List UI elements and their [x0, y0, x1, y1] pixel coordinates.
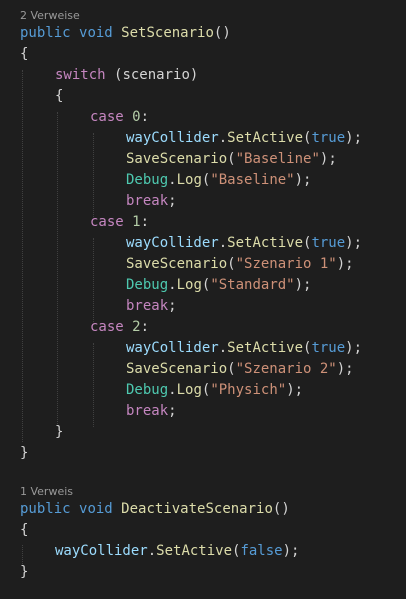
type-name: Debug	[126, 277, 169, 293]
string-literal: "Standard"	[210, 277, 295, 293]
method-name: DeactivateScenario	[121, 501, 273, 517]
keyword-switch: switch	[55, 67, 106, 83]
type-name: Debug	[126, 172, 169, 188]
indent-guide	[22, 70, 23, 442]
switch-statement[interactable]: switch (scenario)	[55, 65, 198, 86]
colon: :	[140, 319, 150, 335]
indent-guide	[57, 112, 58, 424]
method-call: SaveScenario	[126, 361, 228, 377]
case-label[interactable]: case 2:	[90, 317, 149, 338]
code-line-break[interactable]: break;	[126, 296, 177, 317]
case-label[interactable]: case 1:	[90, 212, 149, 233]
codelens-references[interactable]: 2 Verweise	[20, 9, 80, 23]
case-label[interactable]: case 0:	[90, 107, 149, 128]
keyword-public: public	[20, 25, 71, 41]
bool-literal: true	[311, 340, 346, 356]
code-line-setactive[interactable]: wayCollider.SetActive(true);	[126, 338, 362, 359]
method-call: SetActive	[156, 543, 233, 559]
code-line-setactive[interactable]: wayCollider.SetActive(true);	[126, 128, 362, 149]
keyword-break: break	[126, 403, 169, 419]
method-call: SetActive	[227, 235, 304, 251]
brace: {	[20, 46, 29, 62]
code-line-setactive[interactable]: wayCollider.SetActive(false);	[55, 541, 299, 562]
identifier: wayCollider	[55, 543, 148, 559]
parens: ()	[272, 501, 290, 517]
keyword-public: public	[20, 501, 71, 517]
identifier: wayCollider	[126, 235, 219, 251]
close-brace[interactable]: }	[20, 562, 28, 583]
brace: }	[20, 445, 29, 461]
open-brace[interactable]: {	[20, 520, 28, 541]
keyword-void: void	[79, 501, 113, 517]
code-line-break[interactable]: break;	[126, 191, 177, 212]
keyword-case: case	[90, 319, 124, 335]
code-line-break[interactable]: break;	[126, 401, 177, 422]
bool-literal: true	[311, 130, 346, 146]
switch-close-brace[interactable]: }	[55, 422, 63, 443]
method-call: Log	[176, 382, 202, 398]
switch-open-brace[interactable]: {	[55, 86, 63, 107]
keyword-break: break	[126, 298, 169, 314]
identifier: wayCollider	[126, 130, 219, 146]
brace: {	[20, 522, 29, 538]
keyword-break: break	[126, 193, 169, 209]
string-literal: "Baseline"	[210, 172, 295, 188]
method-call: SetActive	[227, 130, 304, 146]
code-line-debuglog[interactable]: Debug.Log("Standard");	[126, 275, 311, 296]
code-line-debuglog[interactable]: Debug.Log("Physich");	[126, 380, 303, 401]
indent-guide	[93, 343, 94, 427]
code-line-setactive[interactable]: wayCollider.SetActive(true);	[126, 233, 362, 254]
method-declaration-deactivatescenario[interactable]: public void DeactivateScenario()	[20, 499, 290, 520]
close-brace[interactable]: }	[20, 443, 28, 464]
indent-guide	[93, 133, 94, 217]
method-call: Log	[176, 277, 202, 293]
code-editor[interactable]: 2 Verweise public void SetScenario() { s…	[0, 0, 406, 599]
method-call: Log	[176, 172, 202, 188]
case-value: 1	[132, 214, 141, 230]
method-call: SaveScenario	[126, 256, 228, 272]
codelens-references[interactable]: 1 Verweis	[20, 485, 73, 499]
method-call: SetActive	[227, 340, 304, 356]
method-name: SetScenario	[121, 25, 214, 41]
brace: {	[55, 88, 64, 104]
bool-literal: true	[311, 235, 346, 251]
code-line-savescenario[interactable]: SaveScenario("Baseline");	[126, 149, 337, 170]
string-literal: "Szenario 1"	[235, 256, 337, 272]
identifier: wayCollider	[126, 340, 219, 356]
code-line-debuglog[interactable]: Debug.Log("Baseline");	[126, 170, 311, 191]
brace: }	[55, 424, 64, 440]
method-declaration-setscenario[interactable]: public void SetScenario()	[20, 23, 231, 44]
parens: ()	[213, 25, 231, 41]
colon: :	[140, 109, 150, 125]
case-value: 2	[132, 319, 141, 335]
brace: }	[20, 564, 29, 580]
string-literal: "Szenario 2"	[235, 361, 337, 377]
string-literal: "Physich"	[210, 382, 287, 398]
open-brace[interactable]: {	[20, 44, 28, 65]
keyword-case: case	[90, 109, 124, 125]
case-value: 0	[132, 109, 141, 125]
bool-literal: false	[240, 543, 283, 559]
switch-argument: (scenario)	[114, 67, 199, 83]
method-call: SaveScenario	[126, 151, 228, 167]
indent-guide	[93, 238, 94, 322]
string-literal: "Baseline"	[235, 151, 320, 167]
keyword-void: void	[79, 25, 113, 41]
code-line-savescenario[interactable]: SaveScenario("Szenario 2");	[126, 359, 354, 380]
colon: :	[140, 214, 150, 230]
keyword-case: case	[90, 214, 124, 230]
code-line-savescenario[interactable]: SaveScenario("Szenario 1");	[126, 254, 354, 275]
type-name: Debug	[126, 382, 169, 398]
